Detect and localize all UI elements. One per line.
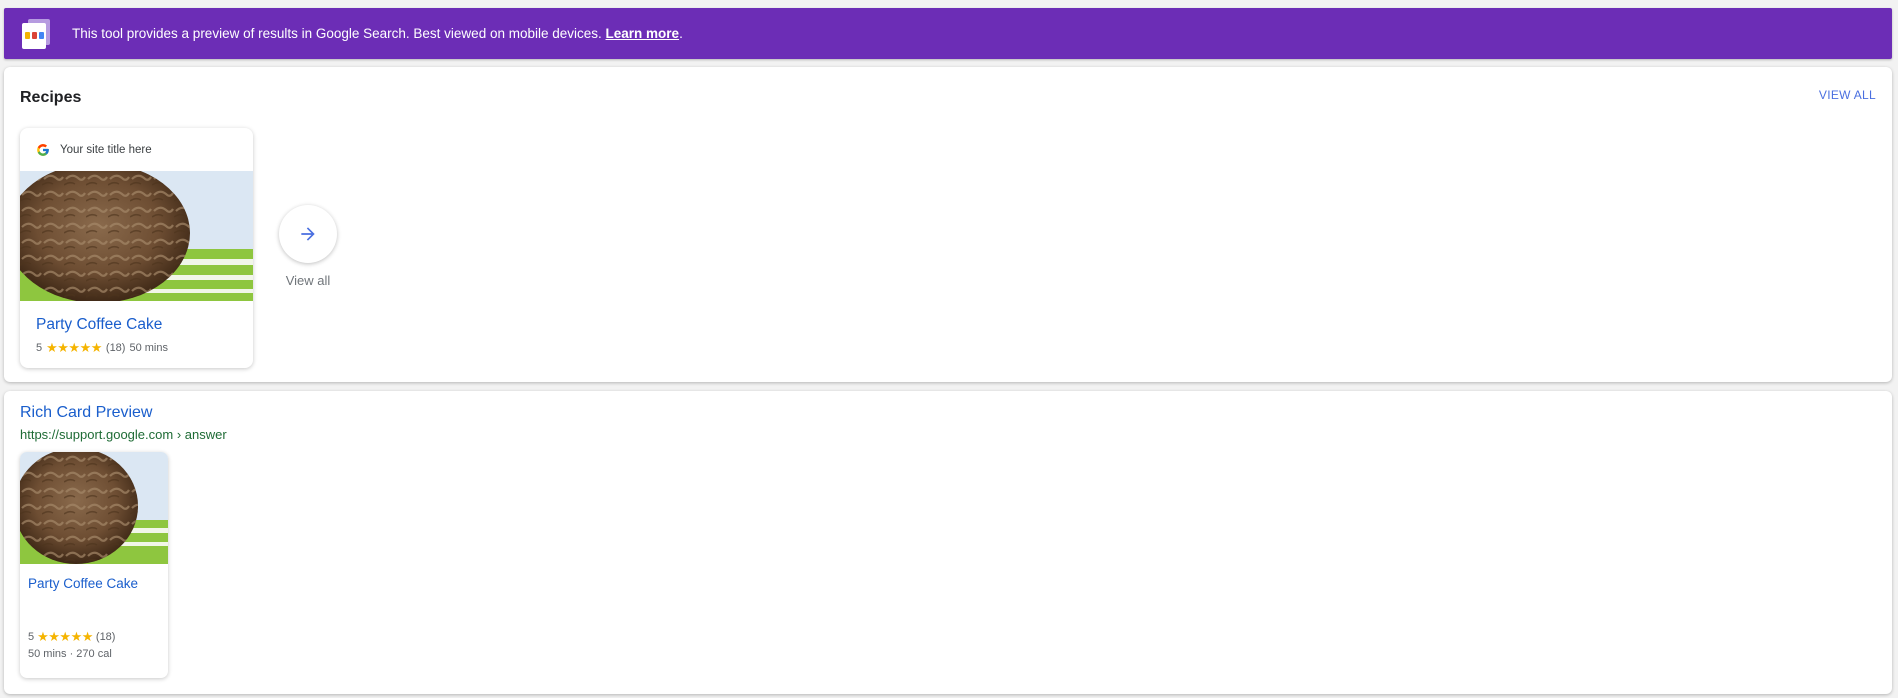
banner-message: This tool provides a preview of results … <box>72 26 683 41</box>
recipe-image <box>20 171 253 301</box>
recipe-card[interactable]: Your site title here Party Coffee Cake 5… <box>20 128 253 368</box>
preview-banner: This tool provides a preview of results … <box>4 8 1892 59</box>
recipes-panel: Recipes VIEW ALL Your site title here Pa… <box>4 67 1892 382</box>
mini-recipe-rating: 5 ★★★★★ (18) <box>28 629 115 645</box>
mini-review-count: (18) <box>95 631 116 643</box>
view-all-label[interactable]: View all <box>280 273 336 288</box>
rating-value: 5 <box>36 342 43 354</box>
rich-card-url: https://support.google.com › answer <box>20 427 227 442</box>
recipe-meta: 5 ★★★★★ (18) 50 mins <box>36 340 253 356</box>
star-rating-icon: ★★★★★ <box>46 340 102 355</box>
mini-star-rating-icon: ★★★★★ <box>37 629 93 644</box>
review-count: (18) <box>105 342 126 354</box>
mini-recipe-details: 50 mins · 270 cal <box>28 648 112 660</box>
card-header: Your site title here <box>20 128 253 171</box>
mini-rating-value: 5 <box>28 631 35 643</box>
mini-recipe-title: Party Coffee Cake <box>28 576 139 591</box>
arrow-right-icon <box>301 227 315 241</box>
banner-period: . <box>679 26 683 41</box>
mini-recipe-card[interactable]: Party Coffee Cake 5 ★★★★★ (18) 50 mins ·… <box>20 452 168 678</box>
rich-card-panel: Rich Card Preview https://support.google… <box>4 391 1892 694</box>
google-g-icon <box>37 143 49 156</box>
learn-more-link[interactable]: Learn more <box>606 26 680 41</box>
site-title: Your site title here <box>60 143 152 156</box>
mini-recipe-image <box>20 452 168 564</box>
cook-time: 50 mins <box>129 342 168 354</box>
recipes-title: Recipes <box>20 89 82 106</box>
preview-tool-icon <box>22 18 52 49</box>
view-all-link[interactable]: VIEW ALL <box>1819 88 1876 102</box>
view-all-arrow-button[interactable] <box>279 205 337 263</box>
recipe-title: Party Coffee Cake <box>36 316 163 333</box>
banner-text: This tool provides a preview of results … <box>72 26 602 41</box>
rich-card-title[interactable]: Rich Card Preview <box>20 404 152 422</box>
